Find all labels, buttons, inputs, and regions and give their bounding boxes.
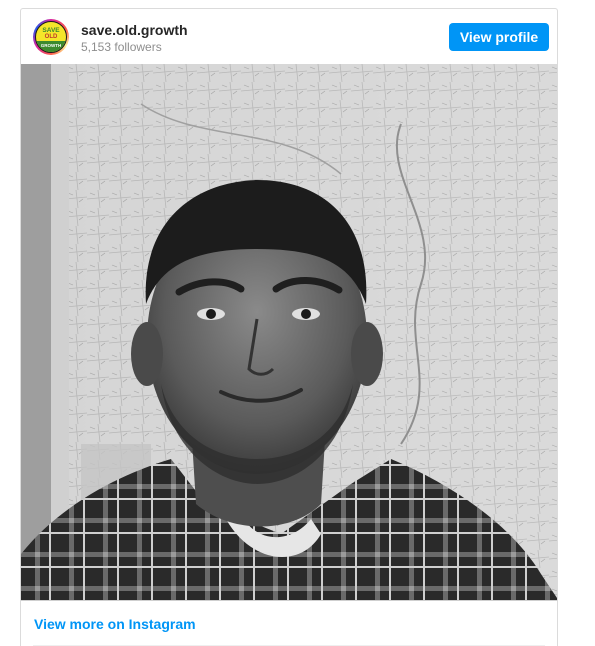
followers-count: 5,153 followers bbox=[81, 40, 162, 54]
avatar-text-save: SAVE bbox=[42, 27, 60, 34]
post-header: SAVE OLD GROWTH save.old.growth 5,153 fo… bbox=[21, 9, 557, 64]
avatar-ring[interactable]: SAVE OLD GROWTH bbox=[33, 19, 69, 55]
portrait-photo bbox=[21, 64, 557, 601]
username-link[interactable]: save.old.growth bbox=[81, 22, 188, 38]
instagram-embed: SAVE OLD GROWTH save.old.growth 5,153 fo… bbox=[20, 8, 558, 646]
view-more-on-instagram-link[interactable]: View more on Instagram bbox=[34, 616, 196, 632]
avatar[interactable]: SAVE OLD GROWTH bbox=[35, 21, 67, 53]
avatar-text-old: OLD bbox=[44, 34, 58, 40]
post-image[interactable] bbox=[21, 64, 557, 601]
view-profile-button[interactable]: View profile bbox=[449, 23, 549, 51]
avatar-text-growth: GROWTH bbox=[40, 43, 62, 48]
